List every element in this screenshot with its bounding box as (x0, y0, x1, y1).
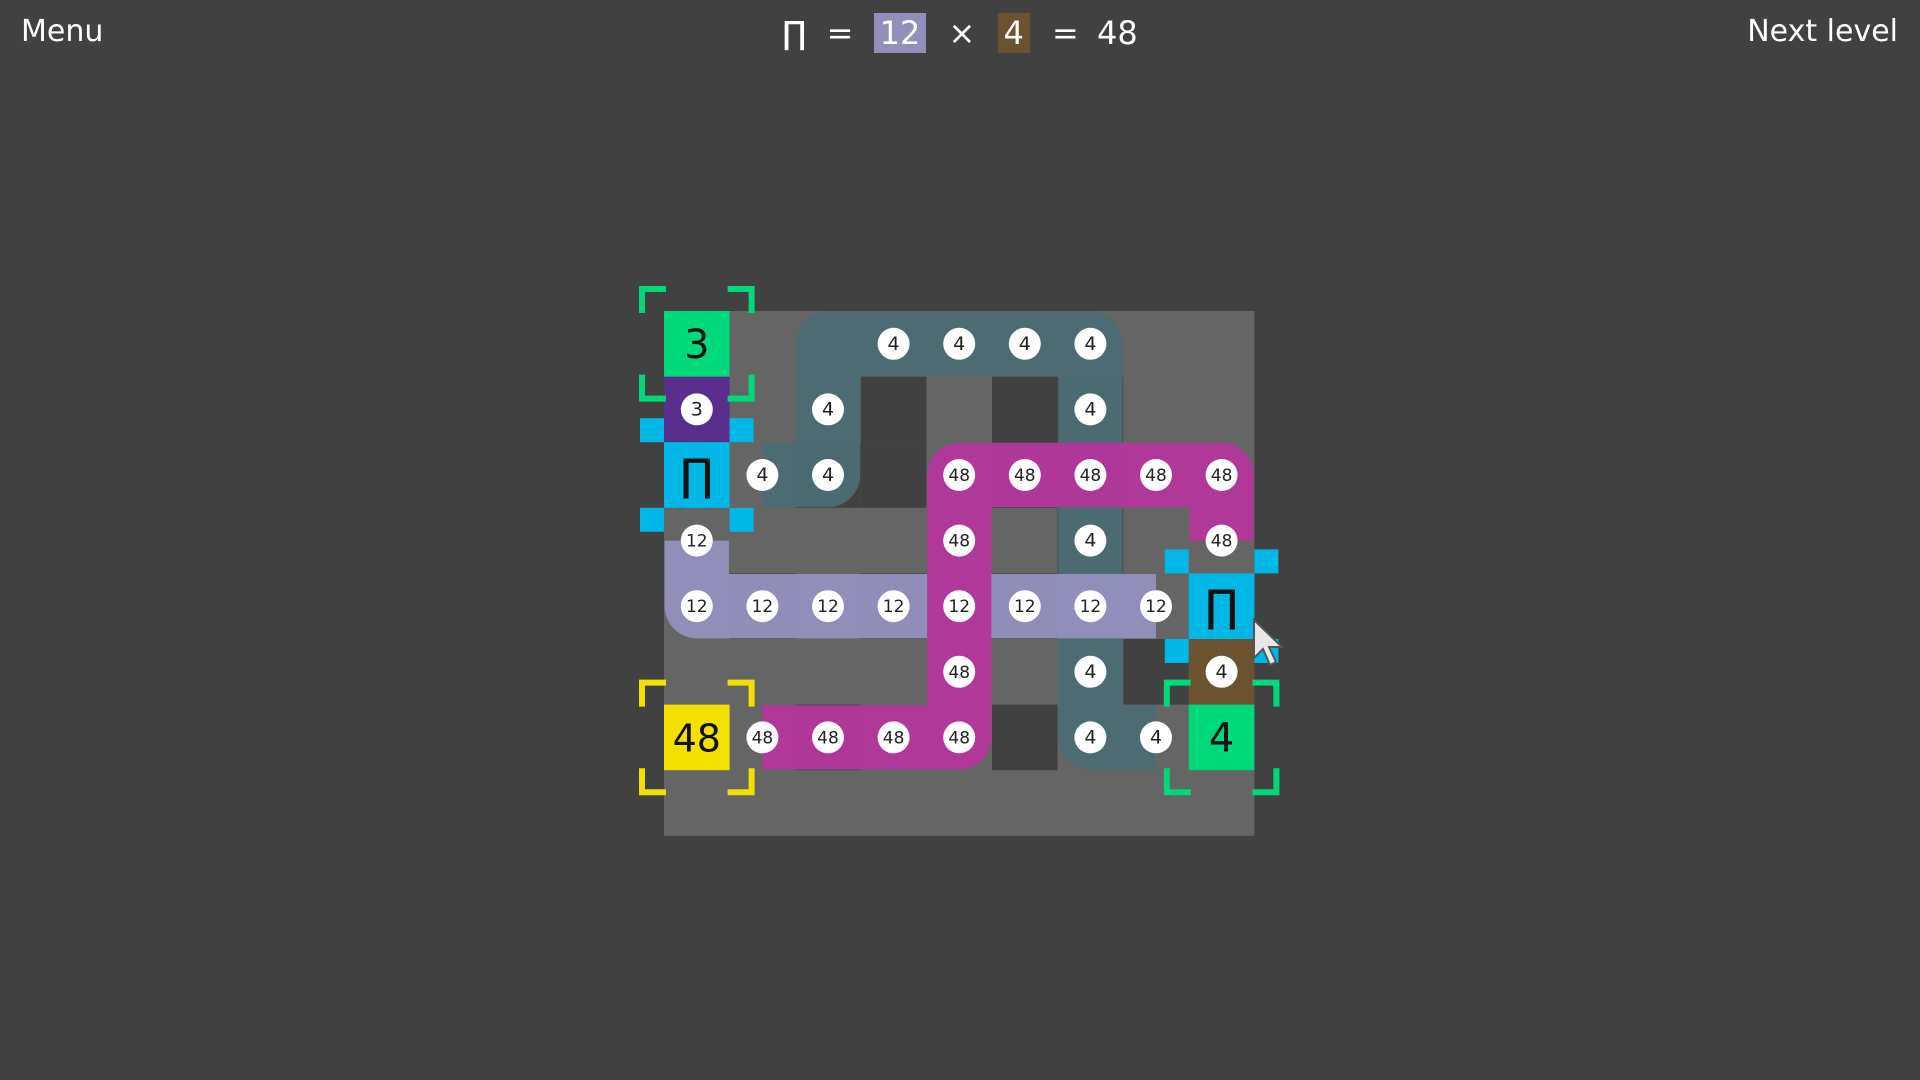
svg-text:4: 4 (1084, 726, 1096, 748)
svg-text:48: 48 (948, 532, 970, 552)
svg-text:12: 12 (752, 597, 774, 617)
path-label-4: 4 (877, 327, 910, 360)
path-label-48: 48 (943, 524, 976, 557)
path-label-48: 48 (812, 721, 844, 754)
svg-text:48: 48 (1080, 466, 1102, 486)
path-label-12: 12 (746, 590, 779, 623)
path-label-4: 4 (1074, 655, 1107, 688)
path-label-4: 4 (812, 393, 844, 426)
path-label-4: 4 (1074, 393, 1107, 426)
special-cell-label: 4 (1205, 655, 1238, 688)
path-label-12: 12 (812, 590, 844, 623)
special-cell-label: 3 (680, 393, 713, 426)
path-label-12: 12 (1074, 590, 1107, 623)
svg-text:4: 4 (822, 398, 834, 420)
svg-text:12: 12 (883, 597, 905, 617)
path-label-4: 4 (812, 459, 844, 491)
mouse-cursor-icon (1253, 618, 1285, 667)
svg-text:48: 48 (752, 728, 774, 748)
puzzle-board[interactable]: 4 4 4 4 4 4 4 4 4 4 4 4 12 12 12 12 12 12 12 12 12 48 48 48 48 48… (0, 0, 1920, 1080)
path-label-4: 4 (943, 327, 976, 360)
svg-text:4: 4 (1084, 530, 1096, 552)
svg-text:4: 4 (1084, 661, 1096, 683)
svg-text:12: 12 (1014, 597, 1036, 617)
svg-text:48: 48 (1211, 532, 1233, 552)
svg-text:12: 12 (686, 532, 708, 552)
target-value: 48 (673, 716, 721, 760)
svg-text:48: 48 (948, 728, 970, 748)
svg-text:48: 48 (1145, 466, 1167, 486)
path-label-48: 48 (943, 655, 976, 688)
path-label-48: 48 (746, 721, 779, 754)
path-label-12: 12 (1140, 590, 1172, 623)
path-label-48: 48 (1074, 459, 1107, 491)
svg-text:4: 4 (1150, 726, 1162, 748)
svg-text:4: 4 (756, 464, 768, 486)
board-hole (860, 442, 927, 508)
path-label-4: 4 (1074, 327, 1107, 360)
source-value: 3 (684, 322, 709, 368)
svg-text:3: 3 (691, 398, 703, 420)
path-label-48: 48 (1008, 459, 1041, 491)
path-label-4: 4 (1140, 721, 1172, 754)
path-label-12: 12 (877, 590, 910, 623)
path-label-48: 48 (1205, 524, 1238, 557)
path-label-48: 48 (1140, 459, 1172, 491)
operator-symbol: ∏ (680, 450, 713, 501)
board-hole (860, 376, 927, 443)
path-label-12: 12 (680, 524, 713, 557)
svg-text:48: 48 (883, 728, 905, 748)
path-label-4: 4 (1074, 721, 1107, 754)
path-label-4: 4 (1074, 524, 1107, 557)
svg-text:12: 12 (686, 597, 708, 617)
source-value: 4 (1209, 715, 1234, 761)
path-label-12: 12 (680, 590, 713, 623)
svg-text:4: 4 (1084, 398, 1096, 420)
svg-text:48: 48 (1211, 466, 1233, 486)
operator-symbol: ∏ (1205, 581, 1238, 632)
svg-text:12: 12 (817, 597, 839, 617)
svg-text:4: 4 (1019, 333, 1031, 355)
svg-text:12: 12 (1080, 597, 1102, 617)
path-label-48: 48 (943, 721, 976, 754)
svg-text:48: 48 (948, 663, 970, 683)
svg-text:4: 4 (953, 333, 965, 355)
path-label-12: 12 (943, 590, 976, 623)
board-hole (992, 704, 1058, 771)
svg-text:4: 4 (822, 464, 834, 486)
path-label-48: 48 (1205, 459, 1238, 491)
path-label-12: 12 (1008, 590, 1041, 623)
svg-text:48: 48 (948, 466, 970, 486)
board-hole (992, 376, 1058, 443)
svg-text:48: 48 (1014, 466, 1036, 486)
path-label-48: 48 (877, 721, 910, 754)
svg-text:12: 12 (1145, 597, 1167, 617)
svg-text:4: 4 (1084, 333, 1096, 355)
path-label-48: 48 (943, 459, 976, 491)
svg-text:4: 4 (1216, 661, 1228, 683)
svg-text:4: 4 (888, 333, 900, 355)
path-label-4: 4 (1008, 327, 1041, 360)
path-label-4: 4 (746, 459, 779, 491)
svg-text:12: 12 (948, 597, 970, 617)
svg-text:48: 48 (817, 728, 839, 748)
